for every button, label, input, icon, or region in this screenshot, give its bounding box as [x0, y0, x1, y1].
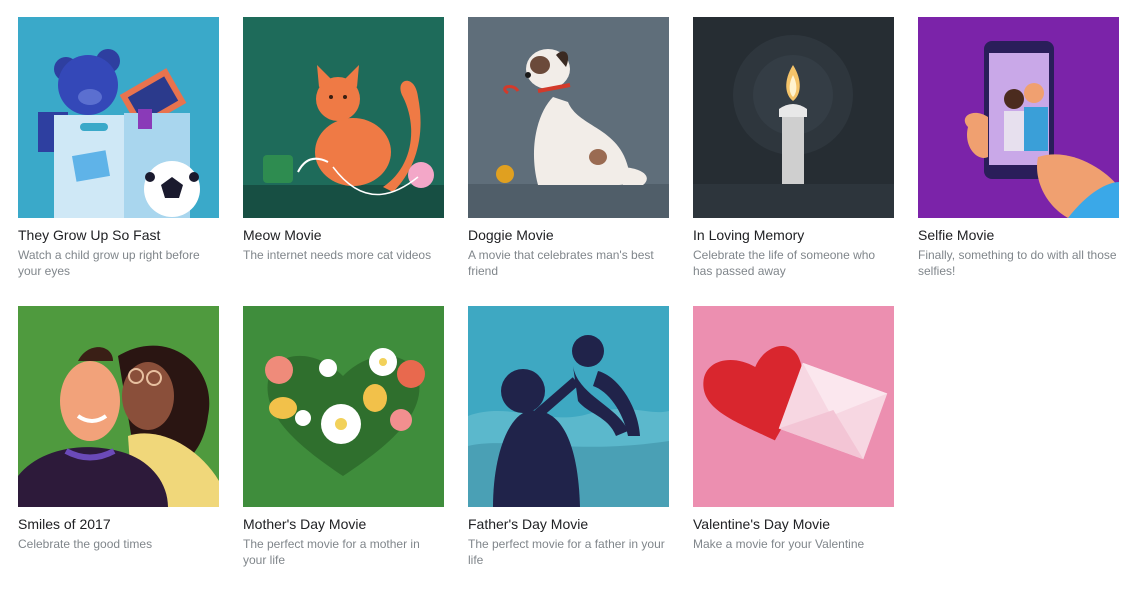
movie-card-doggie-movie[interactable]: Doggie Movie A movie that celebrates man…	[468, 17, 669, 306]
card-description: Finally, something to do with all those …	[918, 248, 1117, 278]
card-description: A movie that celebrates man's best frien…	[468, 248, 654, 278]
card-title: Selfie Movie	[918, 227, 995, 243]
candle-thumbnail[interactable]	[693, 17, 894, 218]
selfie-thumbnail[interactable]	[918, 17, 1119, 218]
white-dog-illustration	[468, 17, 669, 218]
card-description: The perfect movie for a mother in your l…	[243, 537, 420, 567]
card-description: Celebrate the life of someone who has pa…	[693, 248, 876, 278]
valentines-thumbnail[interactable]	[693, 306, 894, 507]
card-description: Celebrate the good times	[18, 537, 153, 551]
grow-up-thumbnail[interactable]	[18, 17, 219, 218]
card-description: Make a movie for your Valentine	[693, 537, 865, 551]
candle-illustration	[693, 17, 894, 218]
card-title: Smiles of 2017	[18, 516, 111, 532]
movie-card-mothers-day-movie[interactable]: Mother's Day Movie The perfect movie for…	[243, 306, 444, 595]
card-description: Watch a child grow up right before your …	[18, 248, 200, 278]
doggie-thumbnail[interactable]	[468, 17, 669, 218]
movie-card-selfie-movie[interactable]: Selfie Movie Finally, something to do wi…	[918, 17, 1119, 306]
flower-heart-illustration	[243, 306, 444, 507]
fathers-day-thumbnail[interactable]	[468, 306, 669, 507]
movie-card-they-grow-up-so-fast[interactable]: They Grow Up So Fast Watch a child grow …	[18, 17, 219, 306]
card-title: Meow Movie	[243, 227, 322, 243]
card-title: They Grow Up So Fast	[18, 227, 161, 243]
movie-theme-grid: They Grow Up So Fast Watch a child grow …	[18, 17, 1119, 595]
movie-card-in-loving-memory[interactable]: In Loving Memory Celebrate the life of s…	[693, 17, 894, 306]
card-description: The perfect movie for a father in your l…	[468, 537, 665, 567]
card-title: Father's Day Movie	[468, 516, 589, 532]
phone-selfie-illustration	[918, 17, 1119, 218]
orange-cat-illustration	[243, 17, 444, 218]
mothers-day-thumbnail[interactable]	[243, 306, 444, 507]
card-title: Doggie Movie	[468, 227, 554, 243]
movie-card-smiles-of-2017[interactable]: Smiles of 2017 Celebrate the good times	[18, 306, 219, 595]
smiles-thumbnail[interactable]	[18, 306, 219, 507]
card-title: In Loving Memory	[693, 227, 805, 243]
meow-thumbnail[interactable]	[243, 17, 444, 218]
couple-smiling-illustration	[18, 306, 219, 507]
heart-envelope-illustration	[693, 306, 894, 507]
movie-card-meow-movie[interactable]: Meow Movie The internet needs more cat v…	[243, 17, 444, 306]
movie-card-valentines-day-movie[interactable]: Valentine's Day Movie Make a movie for y…	[693, 306, 894, 595]
card-description: The internet needs more cat videos	[243, 248, 432, 262]
card-title: Valentine's Day Movie	[693, 516, 831, 532]
movie-card-fathers-day-movie[interactable]: Father's Day Movie The perfect movie for…	[468, 306, 669, 595]
father-lifting-child-illustration	[468, 306, 669, 507]
teddy-bear-box-illustration	[18, 17, 219, 218]
card-title: Mother's Day Movie	[243, 516, 367, 532]
